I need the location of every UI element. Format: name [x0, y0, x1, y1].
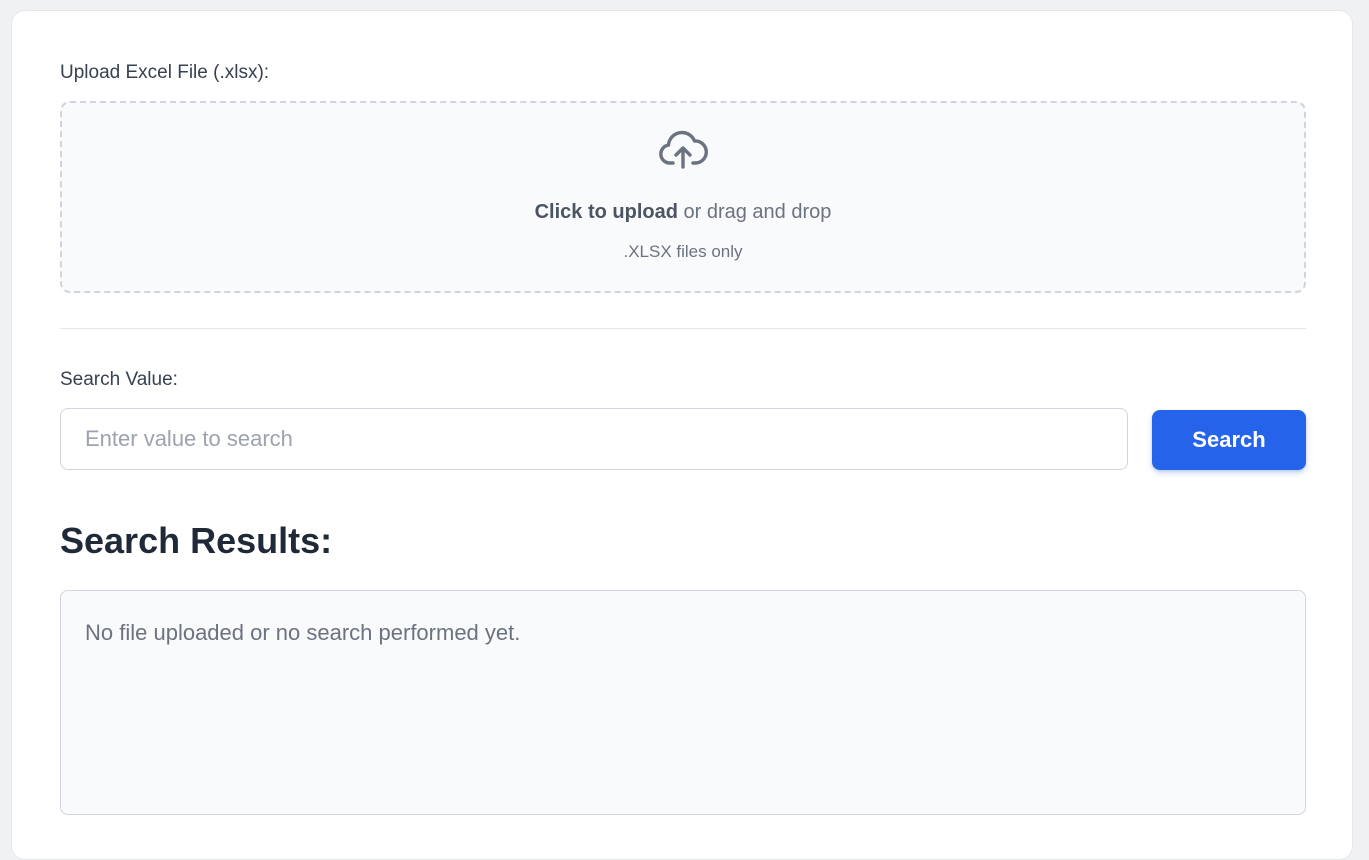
- upload-field-label: Upload Excel File (.xlsx):: [60, 62, 270, 83]
- search-field-label: Search Value:: [60, 369, 178, 390]
- upload-instructions: Click to upload or drag and drop: [62, 199, 1304, 225]
- search-input[interactable]: [60, 408, 1128, 470]
- results-heading: Search Results:: [60, 520, 333, 561]
- upload-cta-rest: or drag and drop: [677, 201, 832, 223]
- main-card: Upload Excel File (.xlsx): Click to uplo…: [11, 10, 1353, 860]
- cloud-upload-icon: [659, 130, 708, 169]
- search-button[interactable]: Search: [1152, 410, 1306, 470]
- section-divider: [60, 328, 1306, 329]
- upload-cta-strong: Click to upload: [534, 201, 678, 223]
- upload-file-type-hint: .XLSX files only: [623, 242, 743, 261]
- results-panel: No file uploaded or no search performed …: [60, 590, 1306, 815]
- file-dropzone[interactable]: Click to upload or drag and drop .XLSX f…: [60, 101, 1306, 293]
- results-empty-message: No file uploaded or no search performed …: [85, 620, 521, 645]
